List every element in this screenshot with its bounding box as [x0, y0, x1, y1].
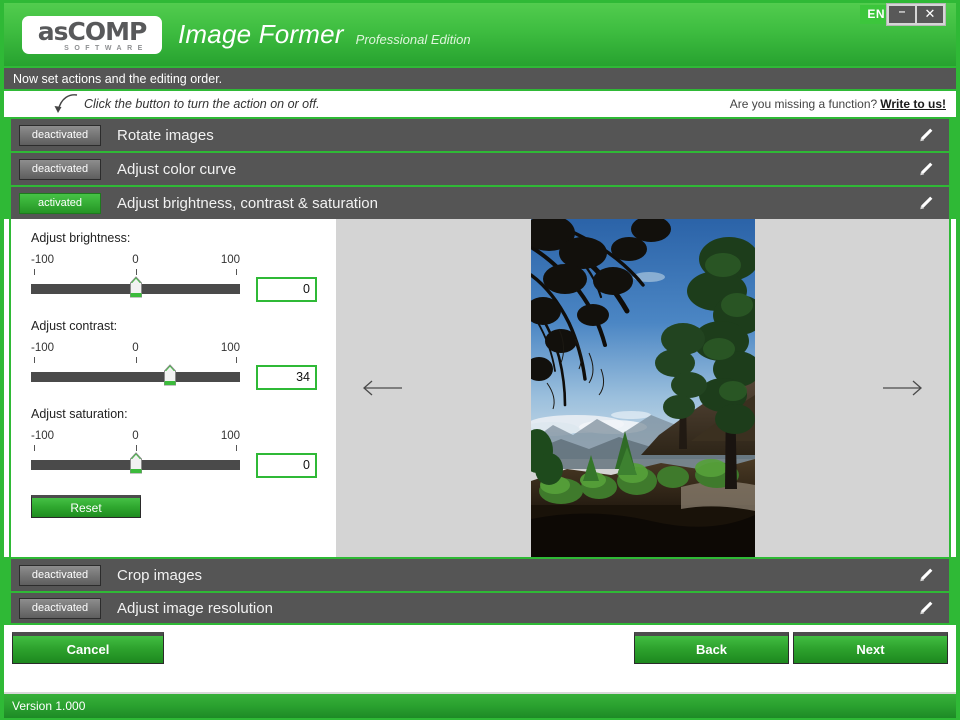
cancel-button[interactable]: Cancel [12, 632, 164, 664]
toggle-state-button[interactable]: deactivated [19, 564, 101, 586]
arrow-left-icon[interactable] [358, 375, 404, 401]
reset-button[interactable]: Reset [31, 495, 141, 518]
actions-list: deactivated Rotate images deactivated Ad… [4, 117, 956, 219]
brightness-slider-group: Adjust brightness: -100 0 100 0 [31, 231, 336, 302]
scale-max: 100 [220, 254, 240, 266]
scale-max: 100 [220, 430, 240, 442]
arrow-right-icon[interactable] [881, 375, 927, 401]
edit-pencil-icon[interactable] [917, 194, 935, 212]
scale-mid: 0 [132, 430, 139, 442]
image-preview-pane [336, 219, 949, 557]
close-button[interactable]: ✕ [917, 6, 943, 23]
scale-mid: 0 [132, 254, 139, 266]
action-label: Adjust color curve [117, 160, 237, 178]
actions-list-bottom: deactivated Crop images deactivated Adju… [4, 557, 956, 625]
brightness-slider-row: 0 [31, 276, 331, 302]
edit-pencil-icon[interactable] [917, 126, 935, 144]
saturation-track[interactable] [31, 452, 240, 474]
toggle-state-button[interactable]: activated [19, 192, 101, 214]
scale-min: -100 [31, 254, 55, 266]
action-row-rotate-images[interactable]: deactivated Rotate images [9, 117, 951, 151]
saturation-ticks [31, 445, 240, 452]
missing-function-question: Are you missing a function? [729, 97, 878, 111]
action-label: Adjust image resolution [117, 599, 273, 617]
write-to-us-link[interactable]: Write to us! [880, 97, 946, 111]
tick-min [34, 357, 35, 363]
track-bar [31, 372, 240, 382]
contrast-slider-group: Adjust contrast: -100 0 100 34 [31, 319, 336, 390]
tick-max [236, 357, 237, 363]
saturation-label: Adjust saturation: [31, 407, 128, 421]
brightness-contrast-saturation-panel: Adjust brightness: -100 0 100 0 Adjust c… [9, 219, 951, 557]
contrast-ticks [31, 357, 240, 364]
step-instruction-bar: Now set actions and the editing order. [4, 66, 956, 91]
brightness-value-input[interactable]: 0 [256, 277, 317, 302]
status-bar: Version 1.000 [4, 692, 956, 718]
wizard-button-bar: Cancel Back Next [4, 625, 956, 671]
application-window: asCOMP SOFTWARE Image Former Professiona… [0, 0, 960, 720]
scale-min: -100 [31, 342, 55, 354]
action-row-adjust-brightness-contrast-saturation[interactable]: activated Adjust brightness, contrast & … [9, 185, 951, 219]
action-label: Rotate images [117, 126, 214, 144]
next-button[interactable]: Next [793, 632, 948, 664]
app-edition: Professional Edition [355, 31, 471, 47]
scale-mid: 0 [132, 342, 139, 354]
title-bar: asCOMP SOFTWARE Image Former Professiona… [4, 0, 956, 66]
tick-max [236, 269, 237, 275]
action-row-crop-images[interactable]: deactivated Crop images [9, 557, 951, 591]
edit-pencil-icon[interactable] [917, 599, 935, 617]
toggle-state-button[interactable]: deactivated [19, 158, 101, 180]
back-button[interactable]: Back [634, 632, 789, 664]
action-row-adjust-color-curve[interactable]: deactivated Adjust color curve [9, 151, 951, 185]
brightness-track[interactable] [31, 276, 240, 298]
contrast-scale: -100 0 100 [31, 342, 240, 356]
preview-image [530, 219, 755, 557]
saturation-value-input[interactable]: 0 [256, 453, 317, 478]
saturation-slider-thumb[interactable] [128, 452, 143, 474]
edit-pencil-icon[interactable] [917, 160, 935, 178]
toggle-state-button[interactable]: deactivated [19, 124, 101, 146]
saturation-scale: -100 0 100 [31, 430, 240, 444]
app-title: Image Former [178, 19, 344, 49]
tick-min [34, 445, 35, 451]
scale-max: 100 [220, 342, 240, 354]
brightness-label: Adjust brightness: [31, 231, 131, 245]
tick-max [236, 445, 237, 451]
scale-min: -100 [31, 430, 55, 442]
edit-pencil-icon[interactable] [917, 566, 935, 584]
contrast-track[interactable] [31, 364, 240, 386]
contrast-label: Adjust contrast: [31, 319, 118, 333]
hint-row: Click the button to turn the action on o… [4, 91, 956, 117]
hint-text: Click the button to turn the action on o… [84, 97, 320, 111]
brightness-slider-thumb[interactable] [128, 276, 143, 298]
action-row-adjust-image-resolution[interactable]: deactivated Adjust image resolution [9, 591, 951, 625]
missing-function-hint: Are you missing a function? Write to us! [730, 97, 946, 111]
ascomp-logo: asCOMP SOFTWARE [22, 15, 162, 54]
action-label: Adjust brightness, contrast & saturation [117, 194, 378, 212]
minimize-button[interactable]: – [889, 4, 915, 23]
brightness-ticks [31, 269, 240, 276]
action-label: Crop images [117, 566, 203, 584]
contrast-slider-thumb[interactable] [163, 364, 178, 386]
tick-min [34, 269, 35, 275]
slider-controls-pane: Adjust brightness: -100 0 100 0 Adjust c… [11, 219, 336, 557]
contrast-slider-row: 34 [31, 364, 331, 390]
saturation-slider-row: 0 [31, 452, 331, 478]
toggle-state-button[interactable]: deactivated [19, 597, 101, 619]
tick-mid [135, 445, 137, 451]
contrast-value-input[interactable]: 34 [256, 365, 317, 390]
brightness-scale: -100 0 100 [31, 254, 240, 268]
window-controls: – ✕ [886, 3, 946, 26]
tick-mid [135, 357, 137, 363]
landscape-photo [530, 219, 755, 557]
saturation-slider-group: Adjust saturation: -100 0 100 0 [31, 407, 336, 478]
curved-arrow-icon [54, 94, 78, 113]
tick-mid [135, 269, 137, 275]
